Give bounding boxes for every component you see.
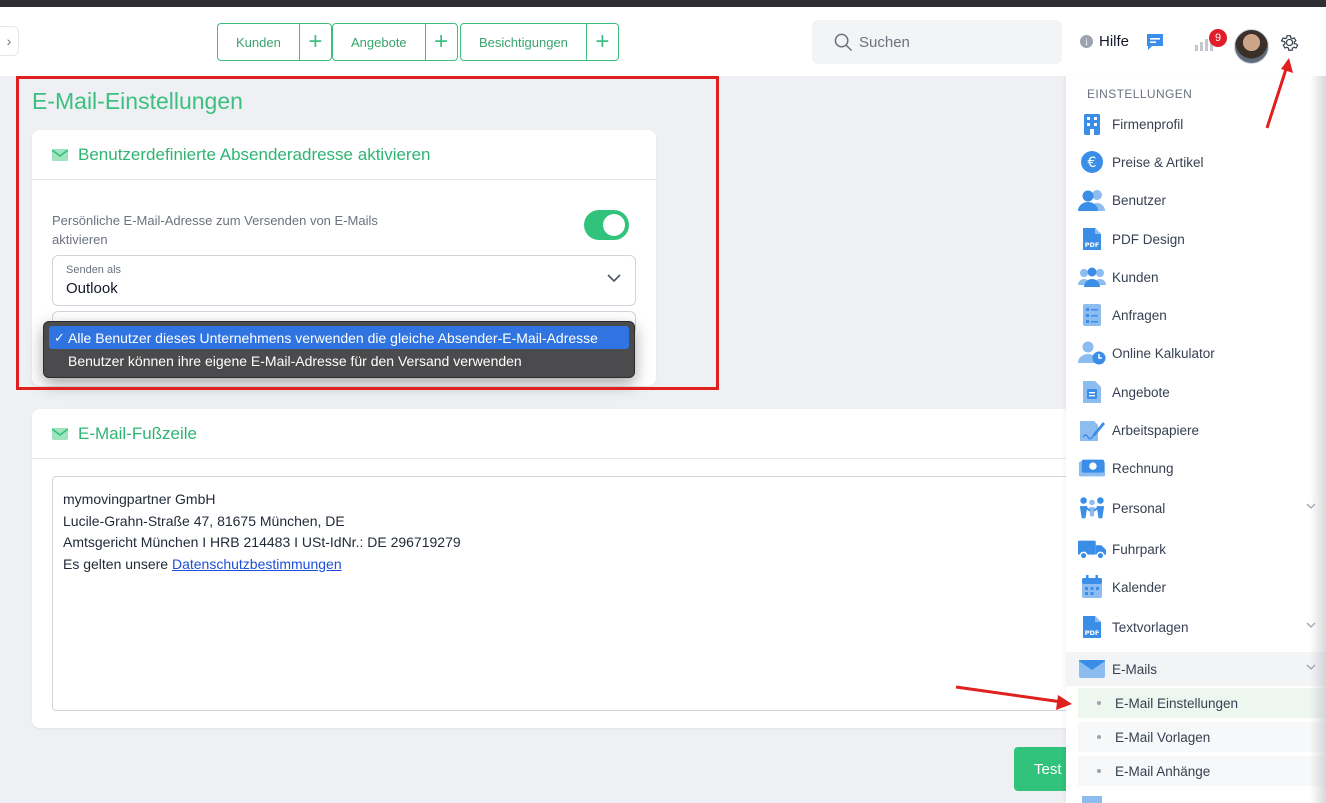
annotation-arrow-email-settings [955,685,1072,710]
menu-item-benutzer[interactable]: Benutzer [1066,183,1326,217]
customers-icon [1078,264,1106,290]
menu-item-kunden[interactable]: Kunden [1066,260,1326,294]
menu-item-kalender[interactable]: Kalender [1066,570,1326,604]
quick-add-angebote: Angebote + [332,23,458,61]
document-icon [1078,379,1106,405]
settings-menu: EINSTELLUNGEN Firmenprofil € Preise & Ar… [1066,76,1326,803]
quick-angebote-button[interactable]: Angebote [333,24,426,60]
footer-line-prefix: Es gelten unsere [63,555,172,572]
bullet-icon [1097,701,1101,705]
add-besichtigung-icon[interactable]: + [587,24,618,60]
svg-text:PDF: PDF [1085,241,1100,249]
submenu-label: E-Mail Einstellungen [1115,695,1239,711]
truck-icon [1078,536,1106,562]
panel-shadow-edge [1310,76,1326,803]
top-header: › Kunden + Angebote + Besichtigungen + S… [0,7,1326,76]
menu-item-arbeitspapiere[interactable]: Arbeitspapiere [1066,413,1326,447]
menu-item-emails[interactable]: E-Mails [1066,652,1326,686]
info-icon: i [1080,35,1093,48]
test-email-button[interactable]: Test [1014,747,1074,791]
menu-item-label: Kalender [1112,579,1167,595]
bullet-icon [1097,769,1101,773]
submenu-label: E-Mail Anhänge [1115,763,1211,779]
menu-item-label: Fuhrpark [1112,541,1167,557]
add-angebot-icon[interactable]: + [426,24,457,60]
submenu-email-anhaenge[interactable]: E-Mail Anhänge [1078,756,1326,786]
footer-card-header: E-Mail-Fußzeile [32,409,1092,459]
menu-item-label: PDF Design [1112,231,1185,247]
menu-item-anfragen[interactable]: Anfragen [1066,298,1326,332]
menu-item-angebote[interactable]: Angebote [1066,375,1326,409]
pdf-icon: PDF [1078,614,1106,640]
svg-text:€: € [1088,155,1097,171]
menu-item-pdf-design[interactable]: PDF PDF Design [1066,222,1326,256]
list-icon [1078,302,1106,328]
quick-kunden-button[interactable]: Kunden [218,24,300,60]
menu-item-label: Personal [1112,500,1166,516]
menu-item-label: Kunden [1112,269,1159,285]
pdf-icon: PDF [1078,226,1106,252]
quick-add-kunden: Kunden + [217,23,332,61]
footer-line: Lucile-Grahn-Straße 47, 81675 München, D… [63,512,345,529]
search-placeholder: Suchen [859,33,910,51]
gear-icon[interactable] [1279,32,1300,53]
footer-line: Amtsgericht München I HRB 214483 I USt-I… [63,534,461,550]
user-clock-icon [1078,340,1106,366]
help-link[interactable]: i Hilfe [1080,33,1129,50]
notification-badge: 9 [1209,29,1227,47]
help-label: Hilfe [1099,33,1130,50]
add-kunde-icon[interactable]: + [300,24,331,60]
menu-item-label: Preise & Artikel [1112,154,1204,170]
footer-card-title: E-Mail-Fußzeile [78,423,198,443]
menu-item-textvorlagen[interactable]: PDF Textvorlagen [1066,610,1326,644]
menu-item-personal[interactable]: Personal [1066,491,1326,525]
chat-icon[interactable] [1145,32,1165,52]
search-icon [834,33,852,51]
money-icon [1078,455,1106,481]
partial-menu-icon [1082,796,1102,803]
search-input[interactable]: Suchen [812,20,1062,64]
users-icon [1078,187,1106,213]
menu-item-label: Angebote [1112,384,1170,400]
calendar-icon [1078,574,1106,600]
menu-item-label: E-Mails [1112,661,1158,677]
menu-item-online-kalkulator[interactable]: Online Kalkulator [1066,336,1326,370]
menu-item-preise[interactable]: € Preise & Artikel [1066,145,1326,179]
team-icon [1078,495,1106,521]
svg-text:PDF: PDF [1085,629,1100,637]
menu-item-label: Online Kalkulator [1112,345,1215,361]
footer-text-editor[interactable]: mymovingpartner GmbH Lucile-Grahn-Straße… [52,476,1072,711]
quick-add-besichtigungen: Besichtigungen + [460,23,619,61]
footer-line: mymovingpartner GmbH [63,491,216,507]
menu-item-rechnung[interactable]: Rechnung [1066,451,1326,485]
quick-besichtigungen-button[interactable]: Besichtigungen [461,24,587,60]
menu-item-label: Benutzer [1112,192,1167,208]
privacy-policy-link[interactable]: Datenschutzbestimmungen [172,556,342,572]
menu-item-label: Firmenprofil [1112,116,1184,132]
annotation-highlight-box [16,76,719,390]
bullet-icon [1097,735,1101,739]
settings-section-title: EINSTELLUNGEN [1087,87,1193,101]
submenu-label: E-Mail Vorlagen [1115,729,1211,745]
envelope-icon [52,427,68,440]
submenu-email-vorlagen[interactable]: E-Mail Vorlagen [1078,722,1326,752]
menu-item-label: Arbeitspapiere [1112,422,1200,438]
building-icon [1078,111,1106,137]
window-top-strip [0,0,1326,7]
annotation-arrow-gear [1265,58,1293,129]
submenu-email-einstellungen[interactable]: E-Mail Einstellungen [1078,688,1326,718]
envelope-icon [1078,656,1106,682]
menu-item-label: Rechnung [1112,460,1174,476]
footer-line: Es gelten unsere Datenschutzbestimmungen [63,554,1061,576]
sidebar-expand-button[interactable]: › [0,26,19,56]
signature-icon [1078,417,1106,443]
euro-icon: € [1078,149,1106,175]
menu-item-label: Anfragen [1112,307,1167,323]
menu-item-fuhrpark[interactable]: Fuhrpark [1066,532,1326,566]
menu-item-label: Textvorlagen [1112,619,1189,635]
